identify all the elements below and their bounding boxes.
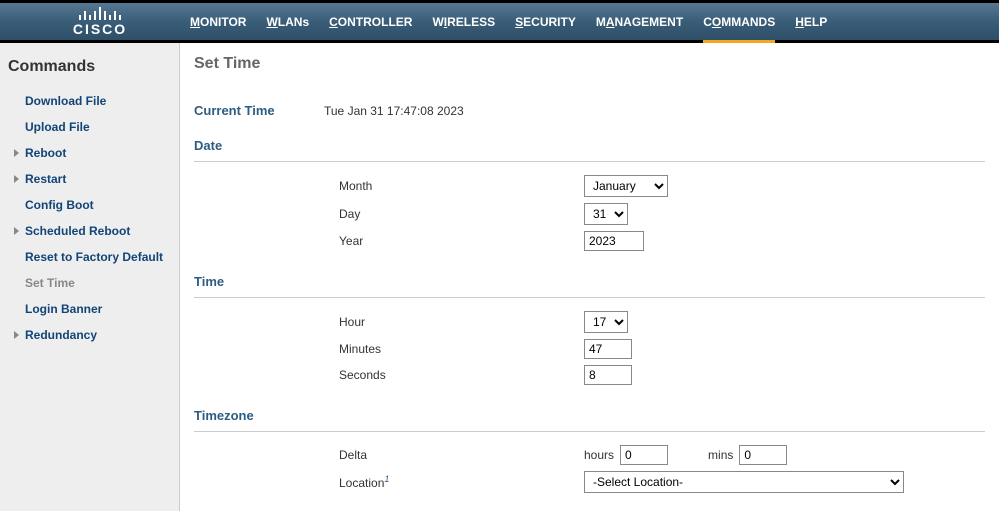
cisco-logo-bars [79, 6, 121, 20]
sidebar-item-redundancy[interactable]: Redundancy [0, 322, 179, 348]
expand-icon [14, 175, 19, 183]
top-header: CISCO MONITOR WLANs CONTROLLER WIRELESS … [0, 0, 999, 40]
main-layout: Commands Download File Upload File Reboo… [0, 43, 999, 511]
cisco-logo: CISCO [0, 6, 180, 37]
location-label: Location1 [194, 474, 584, 490]
sidebar-item-restart[interactable]: Restart [0, 166, 179, 192]
delta-label: Delta [194, 448, 584, 462]
page-title: Set Time [194, 55, 985, 73]
current-time-label: Current Time [194, 103, 324, 118]
nav-commands[interactable]: COMMANDS [693, 3, 785, 40]
sidebar-item-label: Reset to Factory Default [25, 248, 163, 266]
hour-label: Hour [194, 315, 584, 329]
sidebar-item-label: Redundancy [25, 326, 97, 344]
section-divider [194, 297, 985, 298]
time-section-label: Time [194, 274, 985, 289]
sidebar: Commands Download File Upload File Reboo… [0, 43, 180, 511]
expand-icon [14, 331, 19, 339]
sidebar-item-config-boot[interactable]: Config Boot [0, 192, 179, 218]
section-divider [194, 161, 985, 162]
nav-help[interactable]: HELP [785, 3, 837, 40]
nav-wireless[interactable]: WIRELESS [422, 3, 505, 40]
sidebar-item-reset-factory[interactable]: Reset to Factory Default [0, 244, 179, 270]
minutes-label: Minutes [194, 342, 584, 356]
sidebar-item-download-file[interactable]: Download File [0, 88, 179, 114]
nav-controller[interactable]: CONTROLLER [319, 3, 422, 40]
day-label: Day [194, 207, 584, 221]
content-area: Set Time Current Time Tue Jan 31 17:47:0… [180, 43, 999, 511]
sidebar-item-label: Restart [25, 170, 66, 188]
year-input[interactable] [584, 231, 644, 251]
seconds-input[interactable] [584, 365, 632, 385]
nav-management[interactable]: MANAGEMENT [586, 3, 693, 40]
delta-mins-label: mins [708, 448, 733, 462]
main-nav: MONITOR WLANs CONTROLLER WIRELESS SECURI… [180, 3, 837, 40]
date-section-label: Date [194, 138, 985, 153]
sidebar-title: Commands [0, 53, 179, 88]
month-select[interactable]: January [584, 175, 668, 197]
section-divider [194, 431, 985, 432]
current-time-row: Current Time Tue Jan 31 17:47:08 2023 [194, 103, 985, 118]
location-footnote: 1 [384, 474, 389, 484]
sidebar-item-login-banner[interactable]: Login Banner [0, 296, 179, 322]
sidebar-item-label: Set Time [25, 274, 75, 292]
minutes-input[interactable] [584, 339, 632, 359]
location-select[interactable]: -Select Location- [584, 471, 904, 493]
year-label: Year [194, 234, 584, 248]
sidebar-item-reboot[interactable]: Reboot [0, 140, 179, 166]
seconds-label: Seconds [194, 368, 584, 382]
sidebar-item-label: Upload File [25, 118, 90, 136]
sidebar-item-label: Config Boot [25, 196, 94, 214]
timezone-section-label: Timezone [194, 408, 985, 423]
month-label: Month [194, 179, 584, 193]
sidebar-item-upload-file[interactable]: Upload File [0, 114, 179, 140]
sidebar-item-label: Reboot [25, 144, 66, 162]
expand-icon [14, 227, 19, 235]
nav-monitor[interactable]: MONITOR [180, 3, 256, 40]
sidebar-item-label: Download File [25, 92, 106, 110]
sidebar-item-label: Login Banner [25, 300, 102, 318]
delta-hours-label: hours [584, 448, 614, 462]
sidebar-item-set-time[interactable]: Set Time [0, 270, 179, 296]
delta-hours-input[interactable] [620, 445, 668, 465]
delta-mins-input[interactable] [739, 445, 787, 465]
nav-wlans[interactable]: WLANs [256, 3, 319, 40]
brand-text: CISCO [73, 21, 127, 37]
hour-select[interactable]: 17 [584, 311, 628, 333]
sidebar-item-scheduled-reboot[interactable]: Scheduled Reboot [0, 218, 179, 244]
day-select[interactable]: 31 [584, 203, 628, 225]
sidebar-item-label: Scheduled Reboot [25, 222, 130, 240]
nav-security[interactable]: SECURITY [505, 3, 586, 40]
expand-icon [14, 149, 19, 157]
current-time-value: Tue Jan 31 17:47:08 2023 [324, 104, 464, 118]
